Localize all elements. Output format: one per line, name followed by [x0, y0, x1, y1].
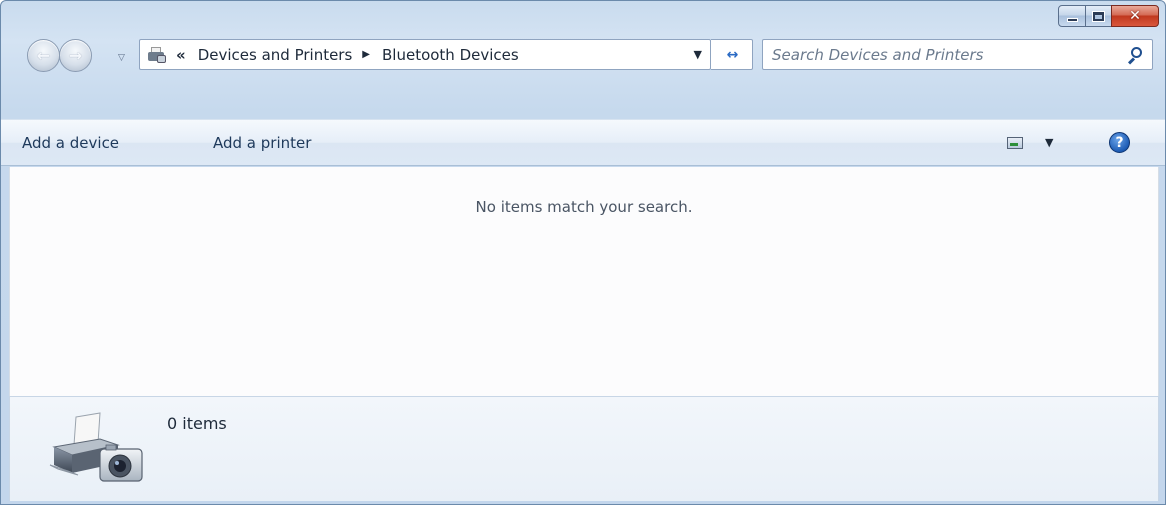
- items-view[interactable]: No items match your search.: [9, 167, 1159, 396]
- search-icon[interactable]: [1127, 46, 1143, 65]
- help-icon[interactable]: ?: [1109, 132, 1130, 153]
- minimize-icon: [1066, 18, 1078, 22]
- view-options-dropdown-icon[interactable]: ▼: [1045, 136, 1053, 149]
- explorer-window: ✕ ← → ▽ « Devices and Printers ▶ Bluetoo…: [0, 0, 1166, 505]
- close-button[interactable]: ✕: [1111, 5, 1159, 27]
- navigation-bar: ← → ▽ « Devices and Printers ▶ Bluetooth…: [1, 34, 1165, 80]
- change-view-icon[interactable]: [1007, 137, 1023, 149]
- caption-buttons: ✕: [1058, 5, 1159, 29]
- printer-camera-icon: [49, 412, 143, 482]
- breadcrumb-devices-and-printers[interactable]: Devices and Printers: [198, 46, 353, 64]
- recent-pages-dropdown-icon[interactable]: ▽: [118, 53, 125, 63]
- refresh-button[interactable]: ↔: [711, 39, 753, 70]
- maximize-icon: [1092, 10, 1105, 22]
- address-bar[interactable]: « Devices and Printers ▶ Bluetooth Devic…: [139, 39, 711, 70]
- refresh-icon: ↔: [726, 46, 739, 63]
- close-icon: ✕: [1129, 8, 1141, 24]
- search-input[interactable]: [763, 40, 1123, 69]
- breadcrumb-separator-icon[interactable]: ▶: [362, 49, 370, 60]
- maximize-button[interactable]: [1085, 5, 1112, 27]
- details-pane: 0 items: [9, 396, 1159, 501]
- item-count-label: 0 items: [167, 414, 227, 433]
- address-dropdown-icon[interactable]: ▼: [694, 48, 702, 61]
- add-device-button[interactable]: Add a device: [22, 134, 119, 152]
- devices-printers-icon: [146, 45, 168, 65]
- empty-results-message: No items match your search.: [475, 198, 693, 216]
- add-printer-button[interactable]: Add a printer: [213, 134, 311, 152]
- forward-arrow-icon: →: [68, 46, 83, 65]
- minimize-button[interactable]: [1058, 5, 1086, 27]
- breadcrumb-overflow-icon[interactable]: «: [176, 46, 186, 64]
- back-button[interactable]: ←: [27, 39, 60, 72]
- search-box: [762, 39, 1153, 70]
- forward-button[interactable]: →: [59, 39, 92, 72]
- breadcrumb-bluetooth-devices[interactable]: Bluetooth Devices: [382, 46, 519, 64]
- command-bar: Add a device Add a printer ▼ ?: [1, 119, 1165, 166]
- back-arrow-icon: ←: [36, 46, 51, 65]
